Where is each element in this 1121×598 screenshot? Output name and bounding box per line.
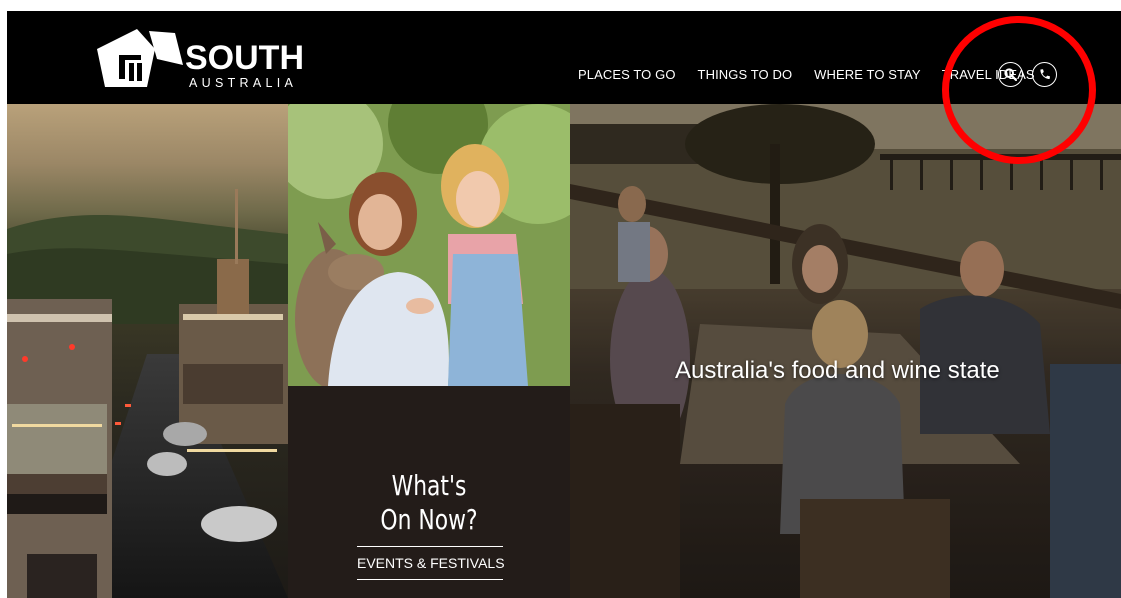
whats-on-line-2: On Now? (380, 503, 478, 536)
website: SOUTH AUSTRALIA PLACES TO GO THINGS TO D… (7, 11, 1121, 598)
nav-things-to-do[interactable]: THINGS TO DO (698, 66, 793, 84)
food-wine-headline: Australia's food and wine state (675, 357, 1000, 384)
logo-wordmark: SOUTH (185, 39, 304, 77)
nav-places-to-go[interactable]: PLACES TO GO (578, 66, 676, 84)
city-street-image-tile[interactable] (7, 104, 288, 598)
kangaroo-family-photo (288, 104, 570, 386)
whats-on-line-1: What's (391, 469, 467, 502)
whats-on-now-heading: What's On Now? (319, 469, 539, 537)
city-street-photo (7, 189, 288, 598)
logo-subtitle: AUSTRALIA (189, 76, 298, 90)
outdoor-dining-photo (570, 104, 1121, 598)
kangaroo-family-image-tile[interactable] (288, 104, 570, 386)
nav-where-to-stay[interactable]: WHERE TO STAY (814, 66, 921, 84)
food-and-wine-image-tile[interactable]: Australia's food and wine state (570, 104, 1121, 598)
events-festivals-link[interactable]: EVENTS & FESTIVALS (357, 546, 505, 580)
logo-mark-icon (97, 29, 183, 87)
south-australia-logo[interactable]: SOUTH AUSTRALIA (93, 23, 304, 93)
highlight-annotation-circle (942, 16, 1096, 164)
whats-on-now-tile[interactable]: What's On Now? EVENTS & FESTIVALS (288, 386, 570, 598)
